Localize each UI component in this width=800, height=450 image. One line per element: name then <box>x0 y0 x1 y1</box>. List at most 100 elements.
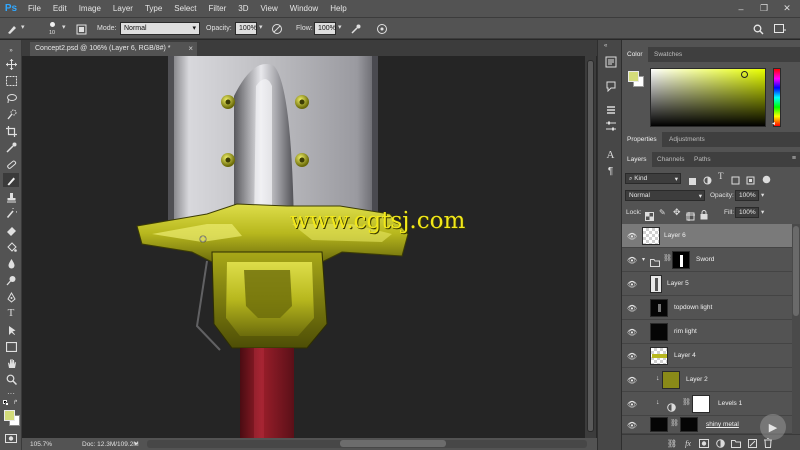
zoom-tool-icon[interactable] <box>3 372 19 386</box>
filter-toggle-icon[interactable] <box>762 171 772 184</box>
menu-help[interactable]: Help <box>324 4 352 13</box>
eraser-tool-icon[interactable] <box>3 223 19 237</box>
menu-3d[interactable]: 3D <box>232 4 254 13</box>
lock-image-pixels-icon[interactable]: ✎ <box>659 208 666 217</box>
pressure-opacity-icon[interactable] <box>269 21 285 37</box>
layer-row[interactable]: 👁 Layer 5 <box>622 272 792 296</box>
brush-tool-icon[interactable] <box>4 21 20 37</box>
layer-filter-kind-select[interactable]: ⌕ Kind ▾ <box>625 173 681 184</box>
paint-bucket-tool-icon[interactable] <box>3 240 19 254</box>
quick-selection-tool-icon[interactable] <box>3 107 19 121</box>
menu-edit[interactable]: Edit <box>47 4 73 13</box>
menu-file[interactable]: File <box>22 4 47 13</box>
filter-type-layers-icon[interactable]: T <box>718 171 724 181</box>
swap-colors-icon[interactable]: ↱ <box>13 399 18 406</box>
horizontal-scroll-thumb[interactable] <box>340 440 446 447</box>
layers-scroll-thumb[interactable] <box>793 226 799 316</box>
tab-paths[interactable]: Paths <box>689 152 716 167</box>
visibility-eye-icon[interactable]: 👁 <box>627 375 637 385</box>
layer-name[interactable]: Layer 2 <box>686 376 708 383</box>
document-tab[interactable]: Concept2.psd @ 106% (Layer 6, RGB/8#) * … <box>30 42 197 56</box>
workspace-switcher-icon[interactable] <box>772 21 788 37</box>
chevron-down-icon[interactable]: ▾ <box>761 208 764 216</box>
layer-name[interactable]: Sword <box>696 256 714 263</box>
brush-picker-arrow-icon[interactable]: ▾ <box>62 23 66 31</box>
crop-tool-icon[interactable] <box>3 124 19 138</box>
layer-row[interactable]: 👁 ▾ ⛓ Sword <box>622 248 792 272</box>
filter-smart-objects-icon[interactable] <box>746 172 756 185</box>
info-panel-icon[interactable] <box>603 78 618 93</box>
visibility-eye-icon[interactable]: 👁 <box>627 255 637 265</box>
layer-name[interactable]: topdown light <box>674 304 712 311</box>
layer-row[interactable]: 👁 ↓ Layer 2 <box>622 368 792 392</box>
filter-pixel-layers-icon[interactable] <box>688 173 698 185</box>
brush-preset-picker[interactable]: 10 <box>46 21 60 37</box>
marquee-tool-icon[interactable] <box>3 74 19 88</box>
new-layer-icon[interactable] <box>746 437 758 449</box>
layer-name[interactable]: Layer 4 <box>674 352 696 359</box>
flow-input[interactable]: 100% <box>314 22 336 35</box>
opacity-input[interactable]: 100% <box>235 22 257 35</box>
character-panel-icon[interactable]: A <box>603 147 618 162</box>
link-layers-icon[interactable]: ⛓ <box>666 437 678 449</box>
layer-opacity-input[interactable]: 100% <box>735 190 759 201</box>
tab-color[interactable]: Color <box>622 47 648 62</box>
horizontal-scrollbar[interactable] <box>147 440 587 448</box>
healing-brush-tool-icon[interactable] <box>3 157 19 171</box>
vertical-scroll-thumb[interactable] <box>587 60 594 432</box>
filter-adjustment-layers-icon[interactable] <box>703 172 713 185</box>
mask-link-icon[interactable]: ⛓ <box>663 254 672 262</box>
tab-layers[interactable]: Layers <box>622 152 652 167</box>
layer-row[interactable]: 👁 Layer 6 <box>622 224 792 248</box>
paragraph-panel-icon[interactable]: ¶ <box>603 164 618 179</box>
panel-foreground-swatch[interactable] <box>628 71 639 82</box>
search-icon[interactable] <box>750 21 766 37</box>
lock-position-icon[interactable]: ✥ <box>673 207 681 218</box>
menu-image[interactable]: Image <box>73 4 107 13</box>
layer-row[interactable]: 👁 Layer 4 <box>622 344 792 368</box>
actions-panel-icon[interactable] <box>603 102 618 117</box>
rectangle-tool-icon[interactable] <box>3 340 19 354</box>
filter-shape-layers-icon[interactable] <box>731 172 741 185</box>
lock-all-icon[interactable] <box>700 207 709 220</box>
pen-tool-icon[interactable] <box>3 290 19 304</box>
close-document-icon[interactable]: × <box>188 44 193 53</box>
maximize-button[interactable]: ❐ <box>753 0 775 17</box>
layer-style-icon[interactable]: fx <box>682 437 694 449</box>
collapse-toolbar-icon[interactable]: » <box>3 44 19 58</box>
history-panel-icon[interactable] <box>603 54 618 69</box>
menu-type[interactable]: Type <box>139 4 168 13</box>
zoom-level[interactable]: 105.7% <box>30 441 52 448</box>
lock-transparent-pixels-icon[interactable] <box>645 208 654 221</box>
hand-tool-icon[interactable] <box>3 356 19 370</box>
layer-name[interactable]: Layer 5 <box>667 280 689 287</box>
edit-toolbar-icon[interactable]: ··· <box>3 386 19 400</box>
dodge-tool-icon[interactable] <box>3 273 19 287</box>
default-colors-icon[interactable] <box>3 400 9 406</box>
lock-artboard-icon[interactable] <box>686 208 695 221</box>
status-menu-arrow-icon[interactable]: ▸ <box>135 440 138 447</box>
layer-fill-input[interactable]: 100% <box>735 207 759 218</box>
adjustment-sliders-icon[interactable] <box>603 118 618 133</box>
visibility-eye-icon[interactable]: 👁 <box>627 420 637 430</box>
tool-preset-arrow-icon[interactable]: ▾ <box>21 23 25 31</box>
menu-layer[interactable]: Layer <box>107 4 139 13</box>
pressure-size-icon[interactable] <box>374 21 390 37</box>
quick-mask-icon[interactable] <box>3 431 19 445</box>
visibility-eye-icon[interactable]: 👁 <box>627 303 637 313</box>
clone-stamp-tool-icon[interactable] <box>3 190 19 204</box>
visibility-eye-icon[interactable]: 👁 <box>627 279 637 289</box>
vertical-scrollbar[interactable] <box>585 56 596 438</box>
menu-filter[interactable]: Filter <box>203 4 233 13</box>
opacity-slider-arrow-icon[interactable]: ▾ <box>259 23 263 31</box>
type-tool-icon[interactable]: T <box>3 306 19 320</box>
layer-row[interactable]: 👁 rim light <box>622 320 792 344</box>
mask-link-icon[interactable]: ⛓ <box>670 419 679 427</box>
minimize-button[interactable]: – <box>730 0 752 17</box>
blend-mode-select[interactable]: Normal ▾ <box>625 190 705 201</box>
mode-select[interactable]: Normal ▾ <box>120 22 200 35</box>
layer-row[interactable]: 👁 topdown light <box>622 296 792 320</box>
blur-tool-icon[interactable] <box>3 256 19 270</box>
new-adjustment-layer-icon[interactable] <box>714 437 726 449</box>
visibility-eye-icon[interactable]: 👁 <box>627 327 637 337</box>
